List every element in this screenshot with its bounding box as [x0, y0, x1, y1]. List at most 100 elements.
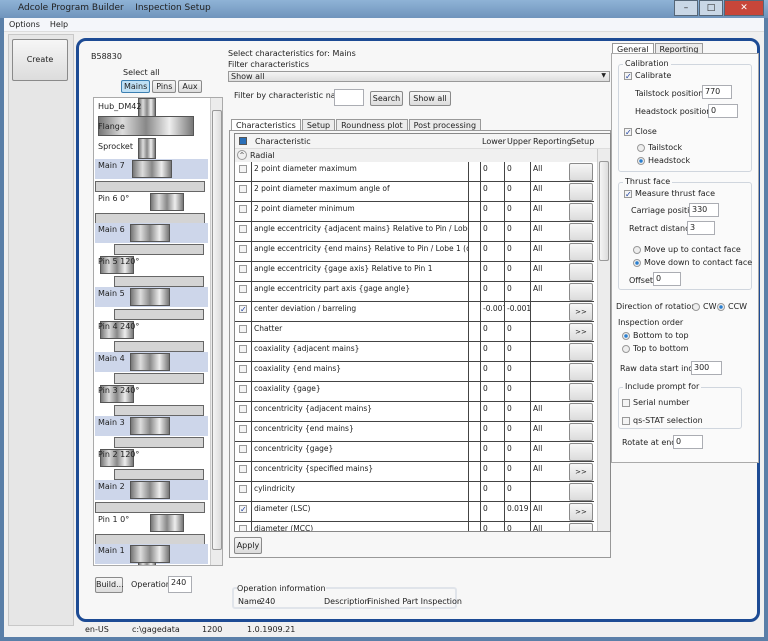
cell-lower[interactable]: 0 [480, 242, 504, 262]
table-row[interactable]: angle eccentricity {gage axis} Relative … [235, 262, 594, 282]
maximize-button[interactable]: □ [699, 0, 723, 16]
qs-stat-checkbox[interactable]: qs-STAT selection [622, 416, 703, 425]
table-row[interactable]: 2 point diameter maximum angle of 0 0 Al… [235, 182, 594, 202]
row-setup-button[interactable]: >> [569, 503, 593, 521]
grid-scrollbar[interactable] [597, 149, 610, 531]
cell-upper[interactable]: 0 [504, 522, 530, 531]
close-button[interactable]: ✕ [724, 0, 764, 16]
cell-reporting[interactable]: All [530, 462, 568, 482]
cell-reporting[interactable]: All [530, 522, 568, 531]
row-checkbox[interactable] [239, 325, 247, 333]
table-row[interactable]: concentricity {adjacent mains} 0 0 All [235, 402, 594, 422]
list-scrollbar[interactable] [210, 98, 222, 565]
radio-move-down[interactable]: Move down to contact face [633, 258, 752, 267]
menu-options[interactable]: Options [4, 18, 45, 31]
cell-upper[interactable]: 0 [504, 162, 530, 182]
aux-button[interactable]: Aux [178, 80, 202, 93]
cell-upper[interactable]: 0 [504, 382, 530, 402]
menu-help[interactable]: Help [45, 18, 73, 31]
row-checkbox[interactable]: ✓ [239, 305, 247, 314]
row-setup-button[interactable] [569, 383, 593, 401]
table-row[interactable]: ✓ center deviation / barreling -0.007 -0… [235, 302, 594, 322]
cell-lower[interactable]: 0 [480, 402, 504, 422]
row-checkbox[interactable] [239, 405, 247, 413]
cell-lower[interactable]: 0 [480, 442, 504, 462]
radio-top-to-bottom[interactable]: Top to bottom [622, 344, 689, 353]
show-all-button[interactable]: Show all [409, 91, 451, 106]
search-button[interactable]: Search [370, 91, 403, 106]
apply-button[interactable]: Apply [234, 537, 262, 554]
table-row[interactable]: 2 point diameter maximum 0 0 All [235, 162, 594, 182]
cell-lower[interactable]: 0 [480, 282, 504, 302]
row-checkbox[interactable] [239, 165, 247, 173]
cell-reporting[interactable] [530, 362, 568, 382]
build-button[interactable]: Build... [95, 577, 124, 593]
row-setup-button[interactable]: >> [569, 303, 593, 321]
cell-reporting[interactable]: All [530, 402, 568, 422]
cell-lower[interactable]: 0 [480, 202, 504, 222]
row-checkbox[interactable]: ✓ [239, 505, 247, 514]
table-row[interactable]: angle eccentricity {adjacent mains} Rela… [235, 222, 594, 242]
row-setup-button[interactable] [569, 403, 593, 421]
cell-reporting[interactable]: All [530, 242, 568, 262]
row-checkbox[interactable] [239, 345, 247, 353]
close-checkbox[interactable]: ✓ Close [624, 127, 657, 136]
table-row[interactable]: coaxiality {adjacent mains} 0 0 [235, 342, 594, 362]
cell-lower[interactable]: 0 [480, 502, 504, 522]
raw-data-input[interactable]: 300 [691, 361, 722, 375]
header-setup[interactable]: Setup [571, 137, 594, 146]
cell-lower[interactable]: 0 [480, 462, 504, 482]
table-row[interactable]: coaxiality {end mains} 0 0 [235, 362, 594, 382]
table-row[interactable]: ✓ diameter (LSC) 0 0.019 All >> [235, 502, 594, 522]
cell-reporting[interactable] [530, 382, 568, 402]
row-checkbox[interactable] [239, 485, 247, 493]
cell-reporting[interactable]: All [530, 442, 568, 462]
serial-number-checkbox[interactable]: Serial number [622, 398, 689, 407]
row-checkbox[interactable] [239, 365, 247, 373]
cell-upper[interactable]: 0 [504, 182, 530, 202]
row-checkbox[interactable] [239, 185, 247, 193]
table-row[interactable]: coaxiality {gage} 0 0 [235, 382, 594, 402]
cell-upper[interactable]: 0 [504, 202, 530, 222]
cell-reporting[interactable] [530, 482, 568, 502]
row-setup-button[interactable] [569, 183, 593, 201]
radio-bottom-to-top[interactable]: Bottom to top [622, 331, 689, 340]
cell-reporting[interactable]: All [530, 422, 568, 442]
name-filter-input[interactable] [334, 89, 364, 106]
cell-lower[interactable]: 0 [480, 262, 504, 282]
row-setup-button[interactable] [569, 243, 593, 261]
row-setup-button[interactable] [569, 363, 593, 381]
section-flange[interactable]: Flange [95, 120, 208, 138]
cell-upper[interactable]: 0 [504, 342, 530, 362]
create-button[interactable]: Create [12, 39, 68, 81]
row-checkbox[interactable] [239, 445, 247, 453]
row-checkbox[interactable] [239, 525, 247, 531]
row-setup-button[interactable]: >> [569, 463, 593, 481]
measure-thrust-checkbox[interactable]: ✓ Measure thrust face [624, 189, 715, 198]
table-row[interactable]: 2 point diameter minimum 0 0 All [235, 202, 594, 222]
cell-upper[interactable]: 0.019 [504, 502, 530, 522]
rotate-end-input[interactable]: 0 [673, 435, 703, 449]
cell-upper[interactable]: 0 [504, 362, 530, 382]
group-row-radial[interactable]: ^ Radial [235, 149, 597, 162]
tailstock-position-input[interactable]: 770 [702, 85, 732, 99]
row-checkbox[interactable] [239, 245, 247, 253]
pins-button[interactable]: Pins [152, 80, 177, 93]
cell-reporting[interactable]: All [530, 162, 568, 182]
cell-reporting[interactable] [530, 342, 568, 362]
cell-upper[interactable]: 0 [504, 322, 530, 342]
table-row[interactable]: cylindricity 0 0 [235, 482, 594, 502]
cell-reporting[interactable] [530, 322, 568, 342]
cell-reporting[interactable]: All [530, 282, 568, 302]
cell-reporting[interactable]: All [530, 222, 568, 242]
radio-cw[interactable]: CW [692, 302, 717, 311]
table-row[interactable]: angle eccentricity part axis {gage angle… [235, 282, 594, 302]
row-checkbox[interactable] [239, 225, 247, 233]
cell-reporting[interactable]: All [530, 262, 568, 282]
offset-input[interactable]: 0 [653, 272, 681, 286]
cell-upper[interactable]: 0 [504, 262, 530, 282]
table-row[interactable]: concentricity {specified mains} 0 0 All … [235, 462, 594, 482]
select-all-checkbox[interactable] [239, 137, 247, 145]
cell-upper[interactable]: 0 [504, 422, 530, 442]
row-setup-button[interactable] [569, 443, 593, 461]
